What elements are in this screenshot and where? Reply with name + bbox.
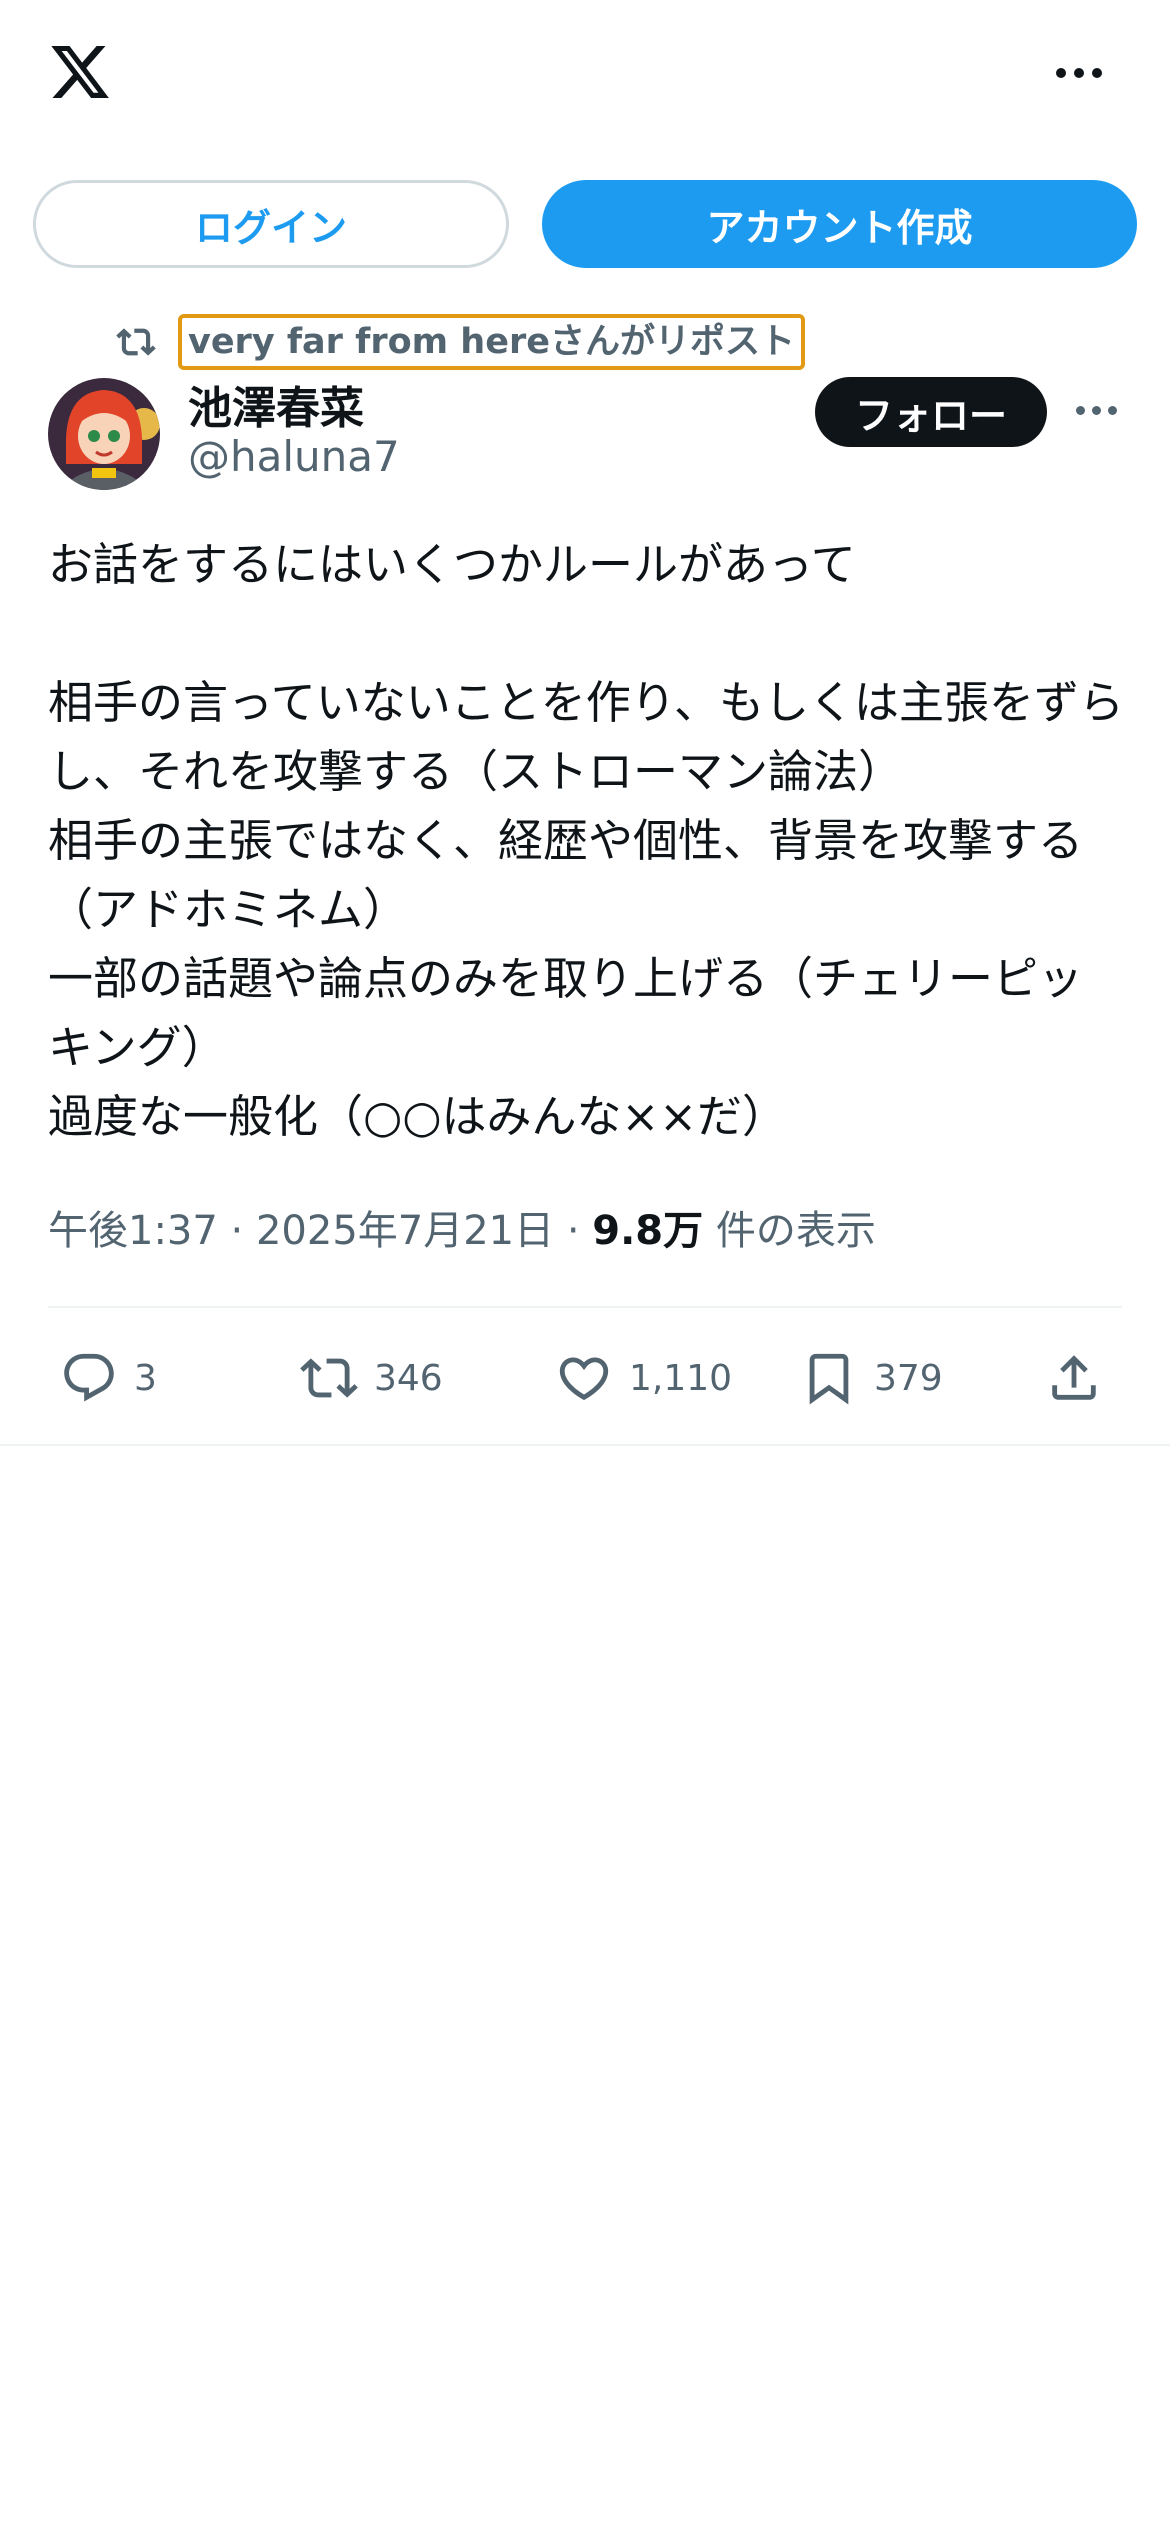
bookmark-count: 379 xyxy=(874,1357,943,1399)
heart-icon xyxy=(559,1357,609,1401)
bookmark-button[interactable]: 379 xyxy=(800,1345,943,1411)
repost-count: 346 xyxy=(374,1357,443,1399)
avatar[interactable] xyxy=(48,378,160,490)
reply-icon xyxy=(64,1353,114,1402)
repost-label[interactable]: very far from hereさんがリポスト xyxy=(178,314,805,370)
share-button[interactable] xyxy=(1045,1345,1119,1411)
avatar-image xyxy=(48,378,160,490)
divider xyxy=(0,1444,1170,1446)
author-name[interactable]: 池澤春菜 xyxy=(188,372,364,436)
like-count: 1,110 xyxy=(629,1357,733,1399)
divider xyxy=(48,1306,1122,1308)
x-logo-icon[interactable] xyxy=(46,40,114,104)
more-horizontal-icon[interactable] xyxy=(1056,58,1116,88)
more-horizontal-icon[interactable] xyxy=(1076,398,1120,422)
repost-context: very far from hereさんがリポスト xyxy=(112,314,805,370)
share-icon xyxy=(1052,1355,1096,1400)
post-meta: 午後1:37 · 2025年7月21日 · 9.8万 件の表示 xyxy=(48,1198,876,1256)
repost-icon xyxy=(300,1358,358,1398)
repost-icon xyxy=(116,328,156,356)
view-label: 件の表示 xyxy=(703,1208,876,1254)
login-button[interactable]: ログイン xyxy=(33,180,509,268)
author-handle[interactable]: @haluna7 xyxy=(188,432,400,481)
top-bar xyxy=(0,0,1170,150)
reply-button[interactable]: 3 xyxy=(60,1345,157,1411)
bookmark-icon xyxy=(809,1353,849,1405)
post-timestamp[interactable]: 午後1:37 · 2025年7月21日 · xyxy=(48,1208,592,1254)
create-account-button[interactable]: アカウント作成 xyxy=(542,180,1137,268)
like-button[interactable]: 1,110 xyxy=(555,1345,732,1411)
repost-button[interactable]: 346 xyxy=(300,1345,443,1411)
view-count: 9.8万 xyxy=(592,1208,704,1254)
reply-count: 3 xyxy=(134,1357,157,1399)
follow-button[interactable]: フォロー xyxy=(815,377,1047,447)
post-text: お話をするにはいくつかルールがあって 相手の言っていないことを作り、もしくは主張… xyxy=(48,538,1124,1143)
